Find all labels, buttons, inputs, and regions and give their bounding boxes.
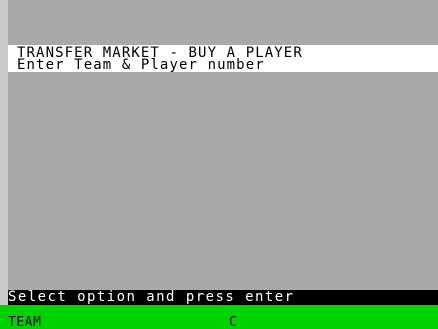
input-cursor[interactable]: C [229,316,237,329]
main-display-area [8,0,438,290]
prompt-text: Select option and press enter [8,289,295,305]
team-input-label: TEAM [8,315,42,329]
screen-subtitle: Enter Team & Player number [17,57,265,73]
input-bar[interactable] [0,305,438,329]
game-screen: TRANSFER MARKET - BUY A PLAYER Enter Tea… [0,0,438,329]
